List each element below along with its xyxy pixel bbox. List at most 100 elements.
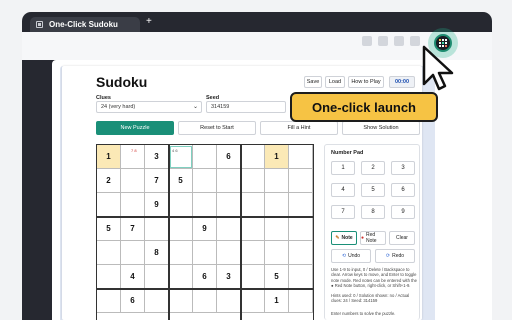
sudoku-cell[interactable]: 3 xyxy=(145,145,169,169)
tab-title: One-Click Sudoku xyxy=(49,20,118,29)
redo-icon: ⟳ xyxy=(385,253,391,259)
show-solution-button[interactable]: Show Solution xyxy=(342,121,420,135)
red-note-button[interactable]: ● Red Note xyxy=(360,231,386,245)
sudoku-cell[interactable] xyxy=(193,241,217,265)
sudoku-cell[interactable] xyxy=(145,289,169,313)
sudoku-cell[interactable]: 6 xyxy=(193,265,217,289)
digit-button-6[interactable]: 6 xyxy=(391,183,415,197)
sudoku-cell[interactable] xyxy=(169,289,193,313)
digit-button-4[interactable]: 4 xyxy=(331,183,355,197)
sudoku-cell[interactable] xyxy=(97,241,121,265)
sudoku-cell[interactable] xyxy=(265,169,289,193)
sudoku-cell[interactable]: 9 xyxy=(193,217,217,241)
sudoku-cell[interactable]: 5 xyxy=(97,217,121,241)
sudoku-cell[interactable] xyxy=(97,265,121,289)
sudoku-cell[interactable] xyxy=(217,169,241,193)
undo-button[interactable]: ⟲ Undo xyxy=(331,249,371,263)
sudoku-cell[interactable] xyxy=(217,241,241,265)
note-button[interactable]: ✎ Note xyxy=(331,231,357,245)
sudoku-cell[interactable] xyxy=(169,241,193,265)
how-to-play-button[interactable]: How to Play xyxy=(348,76,384,88)
sudoku-cell[interactable] xyxy=(289,241,313,265)
browser-tab[interactable]: One-Click Sudoku xyxy=(30,17,140,32)
sudoku-cell[interactable]: 2 xyxy=(97,169,121,193)
sudoku-cell[interactable] xyxy=(289,145,313,169)
sudoku-cell[interactable] xyxy=(97,193,121,217)
clues-value: 24 (very hard) xyxy=(101,104,136,110)
sudoku-cell[interactable] xyxy=(193,289,217,313)
digit-button-5[interactable]: 5 xyxy=(361,183,385,197)
pencil-mark: 7 8 xyxy=(131,148,137,153)
extension-icon[interactable] xyxy=(410,36,420,46)
sudoku-cell[interactable] xyxy=(121,169,145,193)
sudoku-cell[interactable]: 7 xyxy=(145,169,169,193)
sudoku-cell[interactable]: 5 xyxy=(265,265,289,289)
sudoku-cell[interactable] xyxy=(241,145,265,169)
sudoku-cell[interactable] xyxy=(289,193,313,217)
sudoku-cell[interactable]: 6 xyxy=(217,145,241,169)
sudoku-cell[interactable] xyxy=(217,193,241,217)
sudoku-cell[interactable] xyxy=(145,265,169,289)
extension-icon[interactable] xyxy=(378,36,388,46)
load-button[interactable]: Load xyxy=(325,76,345,88)
sudoku-cell[interactable]: 1 xyxy=(265,145,289,169)
hint-button[interactable]: Fill a Hint xyxy=(260,121,338,135)
digit-button-1[interactable]: 1 xyxy=(331,161,355,175)
sudoku-cell[interactable] xyxy=(97,289,121,313)
sudoku-cell[interactable]: 5 xyxy=(169,169,193,193)
extension-icon[interactable] xyxy=(362,36,372,46)
redo-button[interactable]: ⟳ Redo xyxy=(375,249,415,263)
sudoku-cell[interactable]: 6 xyxy=(121,289,145,313)
extension-icon[interactable] xyxy=(394,36,404,46)
sudoku-cell[interactable]: 4 xyxy=(121,265,145,289)
sudoku-cell[interactable] xyxy=(193,169,217,193)
number-pad-title: Number Pad xyxy=(331,150,364,156)
sudoku-cell[interactable] xyxy=(241,193,265,217)
box-divider xyxy=(97,288,313,290)
new-tab-button[interactable]: + xyxy=(146,16,152,27)
sudoku-cell[interactable] xyxy=(289,169,313,193)
seed-input[interactable]: 314159 xyxy=(206,101,286,113)
sudoku-cell[interactable]: 7 xyxy=(121,217,145,241)
sudoku-cell[interactable] xyxy=(217,217,241,241)
reset-button[interactable]: Reset to Start xyxy=(178,121,256,135)
sudoku-cell[interactable] xyxy=(241,289,265,313)
digit-button-7[interactable]: 7 xyxy=(331,205,355,219)
sudoku-cell[interactable] xyxy=(193,145,217,169)
sudoku-cell[interactable]: 8 xyxy=(145,241,169,265)
digit-button-2[interactable]: 2 xyxy=(361,161,385,175)
sudoku-cell[interactable]: 1 xyxy=(97,145,121,169)
sudoku-cell[interactable] xyxy=(121,193,145,217)
sudoku-cell[interactable] xyxy=(241,169,265,193)
pencil-icon: ✎ xyxy=(335,235,340,241)
sudoku-cell[interactable] xyxy=(265,241,289,265)
digit-button-9[interactable]: 9 xyxy=(391,205,415,219)
sudoku-cell[interactable] xyxy=(217,289,241,313)
sudoku-cell[interactable] xyxy=(241,241,265,265)
sudoku-cell[interactable] xyxy=(265,217,289,241)
sudoku-cell[interactable] xyxy=(289,289,313,313)
sudoku-cell[interactable] xyxy=(193,193,217,217)
seed-value: 314159 xyxy=(211,104,230,110)
clear-button[interactable]: Clear xyxy=(389,231,415,245)
pencil-mark: 4 6 xyxy=(172,148,178,153)
save-button[interactable]: Save xyxy=(304,76,322,88)
sudoku-cell[interactable]: 3 xyxy=(217,265,241,289)
new-puzzle-button[interactable]: New Puzzle xyxy=(96,121,174,135)
sudoku-cell[interactable]: 1 xyxy=(265,289,289,313)
digit-button-3[interactable]: 3 xyxy=(391,161,415,175)
sudoku-cell[interactable] xyxy=(289,217,313,241)
sudoku-cell[interactable] xyxy=(169,265,193,289)
sudoku-cell[interactable] xyxy=(241,265,265,289)
sudoku-cell[interactable] xyxy=(289,265,313,289)
sudoku-cell[interactable]: 9 xyxy=(145,193,169,217)
digit-button-8[interactable]: 8 xyxy=(361,205,385,219)
sudoku-cell[interactable] xyxy=(145,217,169,241)
sudoku-cell[interactable] xyxy=(265,193,289,217)
sudoku-cell[interactable] xyxy=(169,217,193,241)
redo-label: Redo xyxy=(392,253,405,259)
sudoku-cell[interactable] xyxy=(121,241,145,265)
sudoku-cell[interactable] xyxy=(169,193,193,217)
sudoku-cell[interactable] xyxy=(241,217,265,241)
clues-select[interactable]: 24 (very hard) ⌄ xyxy=(96,101,202,113)
